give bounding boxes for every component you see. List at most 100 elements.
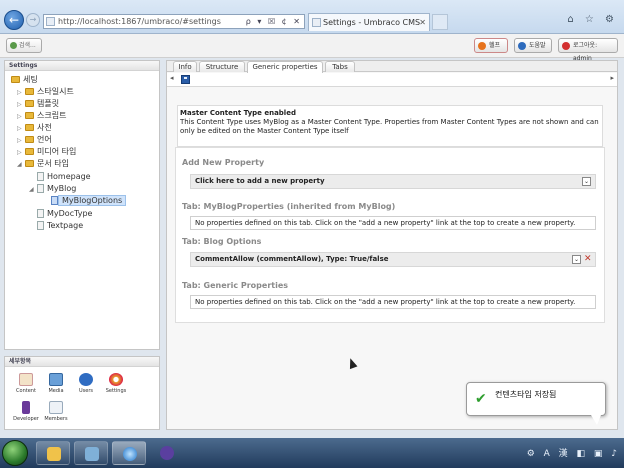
settings-tree-panel: Settings 세팅 ▷ 스타일시트 ▷ 템플릿 ▷ 스크립트 ▷ 사전 ▷ 언어 ▷ 미… — [4, 60, 160, 350]
document-icon — [37, 184, 44, 193]
tree-item-myblogoptions[interactable]: MyBlogOptions — [51, 195, 127, 207]
chevron-down-icon[interactable]: ⌄ — [572, 255, 581, 264]
add-property-dropdown[interactable]: Click here to add a new property ⌄ — [190, 174, 596, 189]
help-icon — [478, 42, 486, 50]
document-icon — [51, 196, 58, 205]
property-comment-allow[interactable]: CommentAllow (commentAllow), Type: True/… — [190, 252, 596, 267]
collapse-icon[interactable]: ◢ — [29, 184, 37, 196]
page-icon — [46, 17, 55, 26]
folder-icon — [47, 447, 61, 461]
content-icon — [19, 373, 33, 386]
tree-item-stylesheets[interactable]: ▷ 스타일시트 — [17, 86, 74, 98]
members-icon — [49, 401, 63, 414]
chevron-down-icon[interactable]: ⌄ — [582, 177, 591, 186]
settings-icon — [109, 373, 123, 386]
new-tab-button[interactable] — [432, 14, 448, 30]
document-icon — [37, 172, 44, 181]
developer-icon — [22, 401, 30, 414]
search-icon — [10, 42, 17, 49]
add-property-heading: Add New Property — [182, 158, 265, 167]
manual-button[interactable]: 도움말 — [514, 38, 552, 53]
tree-item-scripts[interactable]: ▷ 스크립트 — [17, 110, 66, 122]
tab-tabs[interactable]: Tabs — [325, 61, 355, 72]
sections-title: 세부항목 — [5, 357, 159, 367]
scroll-left-icon[interactable]: ◂ — [170, 74, 174, 82]
address-bar[interactable]: http://localhost:1867/umbraco/#settings … — [43, 14, 305, 29]
logout-icon — [562, 42, 570, 50]
forward-button[interactable]: → — [26, 13, 40, 27]
section-media[interactable]: Media — [41, 373, 71, 394]
section-content[interactable]: Content — [11, 373, 41, 394]
media-icon — [49, 373, 63, 386]
address-url: http://localhost:1867/umbraco/#settings — [58, 17, 221, 26]
help-button[interactable]: 헬프 — [474, 38, 508, 53]
tab-heading-inherited: Tab: MyBlogProperties (inherited from My… — [182, 202, 396, 211]
tab-generic-properties[interactable]: Generic properties — [247, 61, 323, 73]
content-type-editor: Info Structure Generic properties Tabs ◂… — [166, 60, 618, 430]
panel-title: Settings — [5, 61, 159, 71]
master-title: Master Content Type enabled — [180, 109, 296, 117]
folder-icon — [25, 136, 34, 143]
back-button[interactable]: ← — [4, 10, 24, 30]
notification-message: 컨텐츠타입 저장됨 — [495, 390, 557, 399]
folder-icon — [25, 112, 34, 119]
tree-item-languages[interactable]: ▷ 언어 — [17, 134, 52, 146]
umbraco-topbar: 검색... 헬프 도움말 로그아웃: admin — [0, 34, 624, 62]
collapse-icon[interactable]: ◢ — [17, 159, 25, 171]
close-icon[interactable]: ✕ — [419, 14, 426, 31]
section-members[interactable]: Members — [41, 401, 71, 422]
notification-tail — [591, 415, 601, 425]
sections-panel: 세부항목 Content Media Users Settings Develo… — [4, 356, 160, 430]
tree-item-mydoctype[interactable]: MyDocType — [37, 208, 92, 220]
section-developer[interactable]: Developer — [11, 401, 41, 422]
section-settings[interactable]: Settings — [101, 373, 131, 394]
tab-heading-blog-options: Tab: Blog Options — [182, 237, 262, 246]
tree-item-myblog[interactable]: ◢ MyBlog — [29, 183, 76, 195]
section-users[interactable]: Users — [71, 373, 101, 394]
no-properties-note-generic: No properties defined on this tab. Click… — [190, 295, 596, 309]
tree-item-homepage[interactable]: Homepage — [37, 171, 91, 183]
search-button[interactable]: 검색... — [6, 38, 42, 53]
tree-item-dictionary[interactable]: ▷ 사전 — [17, 122, 52, 134]
tree-item-textpage[interactable]: Textpage — [37, 220, 83, 232]
taskbar-app[interactable] — [74, 441, 108, 465]
master-content-type-notice: Master Content Type enabled This Content… — [177, 105, 603, 147]
umbraco-icon — [312, 18, 321, 27]
tab-heading-generic: Tab: Generic Properties — [182, 281, 289, 290]
document-icon — [37, 221, 44, 230]
document-icon — [37, 209, 44, 218]
folder-icon — [11, 76, 20, 83]
delete-icon[interactable]: ✕ — [584, 255, 593, 264]
browser-chrome: ← → http://localhost:1867/umbraco/#setti… — [0, 0, 624, 44]
logout-button[interactable]: 로그아웃: admin — [558, 38, 618, 62]
browser-tab-settings[interactable]: Settings - Umbraco CMS -... ✕ — [308, 13, 430, 44]
tree-item-document-types[interactable]: ◢ 문서 타입 — [17, 158, 69, 170]
folder-icon — [25, 148, 34, 155]
scroll-right-icon[interactable]: ▸ — [610, 74, 614, 82]
taskbar-ie[interactable] — [112, 441, 146, 465]
browser-tools[interactable]: ⌂ ☆ ⚙ — [567, 14, 618, 25]
tree-item-root[interactable]: 세팅 — [11, 74, 38, 86]
master-text: This Content Type uses MyBlog as a Maste… — [180, 118, 599, 135]
tree-item-media-types[interactable]: ▷ 미디어 타입 — [17, 146, 76, 158]
tab-info[interactable]: Info — [173, 61, 197, 72]
taskbar-explorer[interactable] — [36, 441, 70, 465]
save-icon[interactable] — [181, 75, 190, 84]
ie-icon — [123, 447, 137, 461]
windows-taskbar: ⚙ A 漢 ◧ ▣ ♪ — [0, 438, 624, 468]
folder-icon — [25, 160, 34, 167]
users-icon — [79, 373, 93, 386]
saved-notification: ✔ 컨텐츠타입 저장됨 — [466, 382, 606, 425]
no-properties-note: No properties defined on this tab. Click… — [190, 216, 596, 230]
editor-toolbar: ◂ ▸ — [167, 73, 617, 87]
address-tools[interactable]: ρ ▾ ☒ ¢ ✕ — [246, 15, 302, 28]
editor-tabs: Info Structure Generic properties Tabs — [167, 61, 617, 73]
app-icon — [85, 447, 99, 461]
taskbar-visualstudio[interactable] — [150, 441, 184, 465]
properties-area: Add New Property Click here to add a new… — [175, 147, 605, 323]
tree-item-templates[interactable]: ▷ 템플릿 — [17, 98, 59, 110]
manual-icon — [518, 42, 526, 50]
start-button[interactable] — [2, 440, 28, 466]
system-tray[interactable]: ⚙ A 漢 ◧ ▣ ♪ — [527, 446, 620, 459]
tab-structure[interactable]: Structure — [199, 61, 245, 72]
